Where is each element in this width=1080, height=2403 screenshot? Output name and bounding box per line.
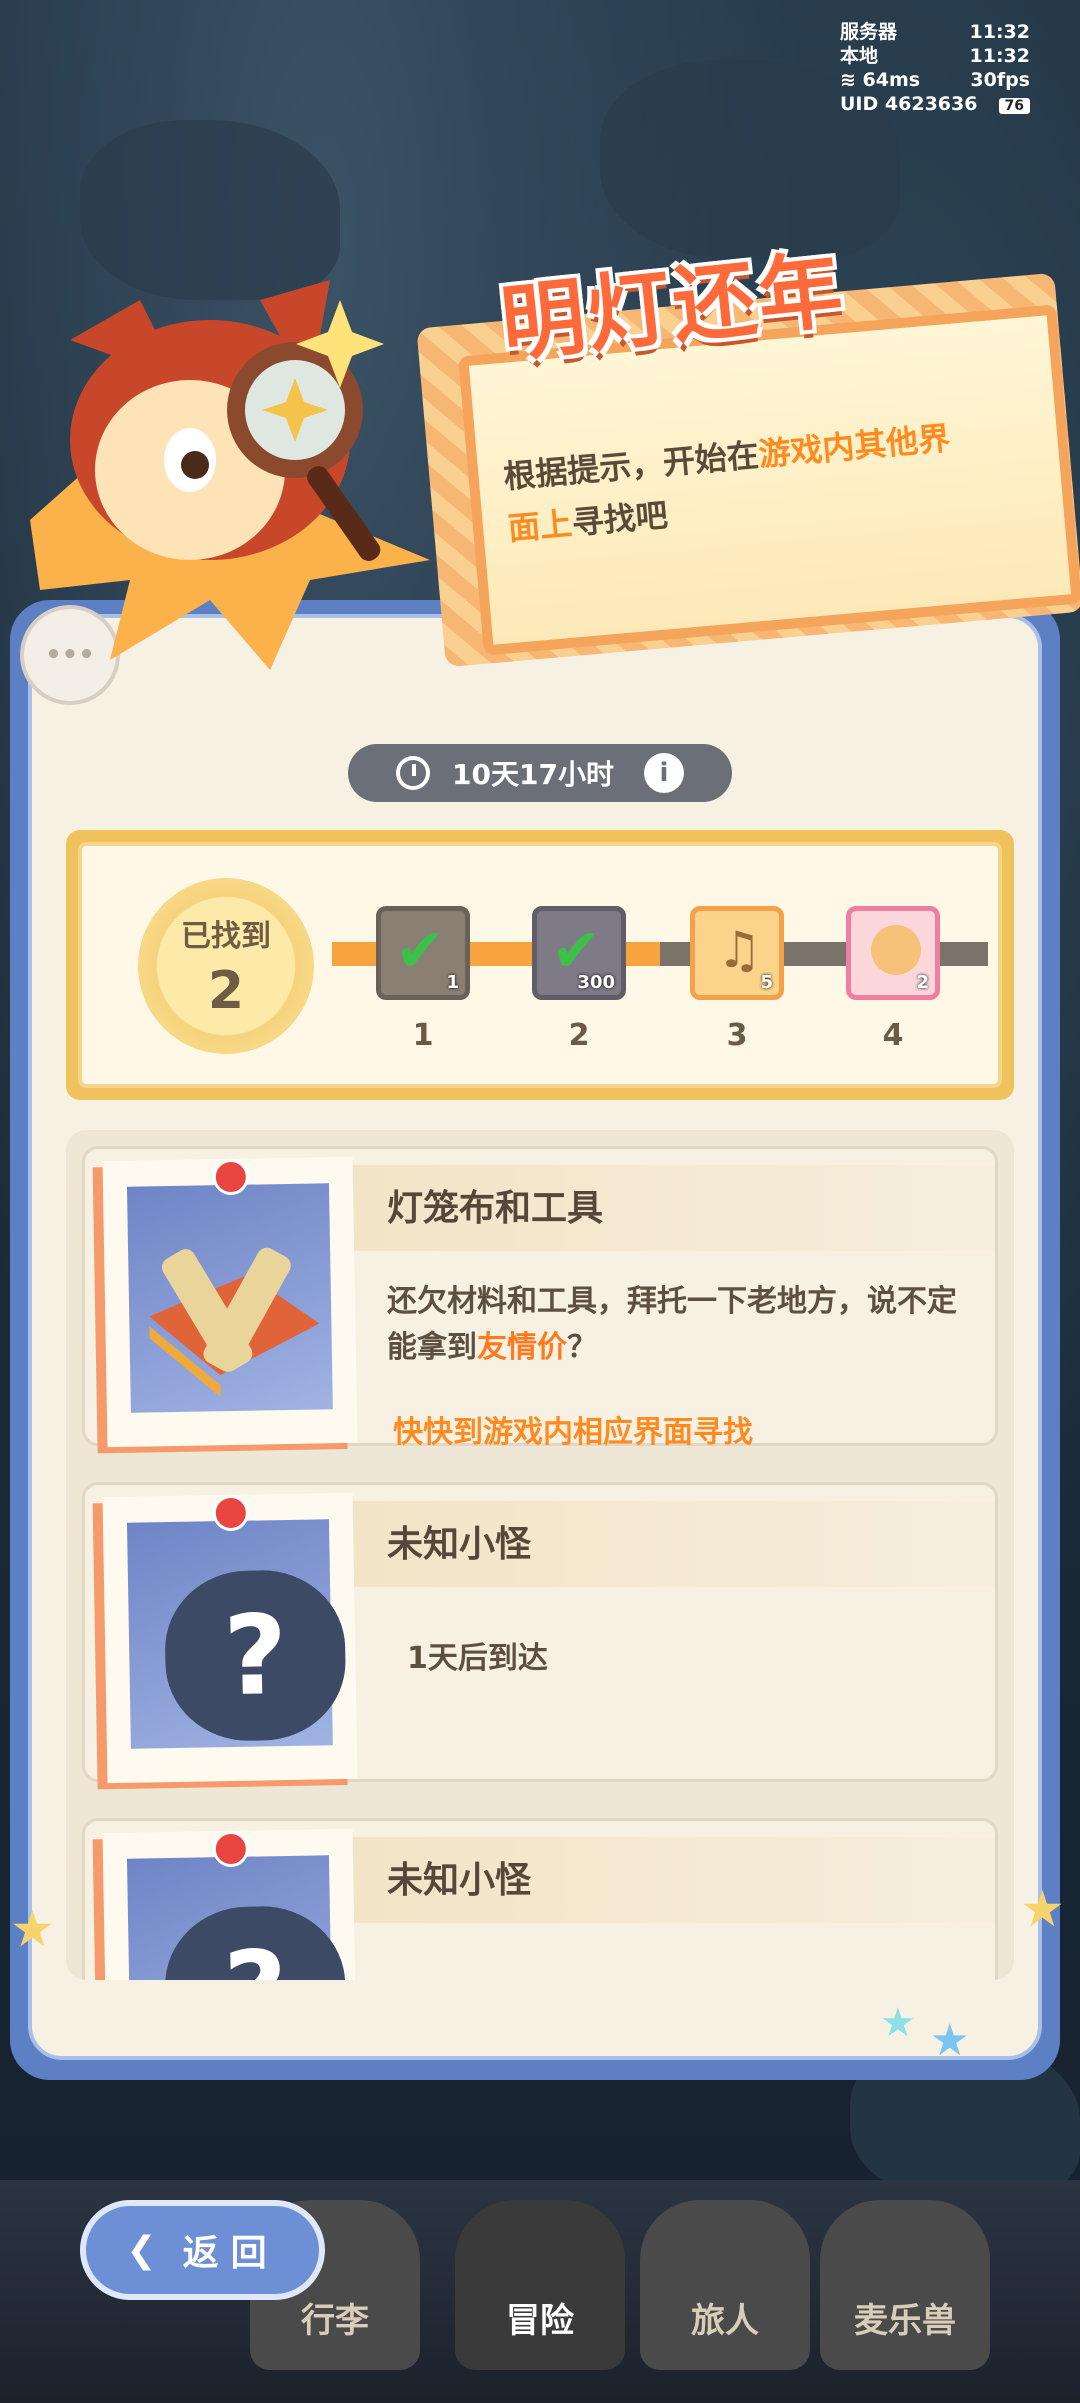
task-name: 未知小怪 (387, 1860, 532, 1901)
lantern-cloth-tools-icon (149, 1247, 320, 1398)
status-overlay: 服务器 11:32 本地 11:32 ≋ 64ms 30fps UID 4623636… (840, 20, 1030, 118)
local-time: 11:32 (969, 45, 1030, 67)
battery-indicator: 76 (993, 92, 1030, 118)
milestone-label: 3 (726, 1018, 748, 1053)
task-photo: ? (102, 1828, 358, 1980)
milestone-count: 2 (916, 972, 929, 993)
desc-highlight: 友情价 (477, 1330, 567, 1365)
found-label: 已找到 (181, 919, 271, 954)
milestone-reward-1[interactable]: ✔ 1 (376, 906, 470, 1000)
nav-item-adventure[interactable]: 冒险 (455, 2200, 625, 2370)
task-list[interactable]: 灯笼布和工具 还欠材料和工具，拜托一下老地方，说不定能拿到友情价？ 快快到游戏内… (66, 1130, 1014, 1980)
star-decoration-icon: ★ (1020, 1880, 1065, 1938)
task-description: 还欠材料和工具，拜托一下老地方，说不定能拿到友情价？ (387, 1284, 957, 1365)
back-button[interactable]: ❮ 返回 (80, 2200, 325, 2300)
question-mark-icon: ? (163, 1569, 347, 1743)
milestone-count: 1 (446, 972, 459, 993)
task-photo: ? (102, 1492, 358, 1784)
task-card-unknown-1[interactable]: ? 未知小怪 1天后到达 (82, 1482, 998, 1784)
task-photo (102, 1156, 358, 1448)
milestone-label: 1 (412, 1018, 434, 1053)
check-icon: ✔ (395, 916, 446, 986)
server-time: 11:32 (969, 21, 1030, 43)
harp-icon: ♫ (717, 921, 762, 979)
info-icon[interactable]: i (643, 753, 684, 793)
progress-frame: 已找到 2 ✔ 1 1 ✔ 300 2 ♫ 5 3 2 4 (66, 830, 1014, 1100)
milestone-label: 2 (568, 1018, 590, 1053)
milestone-count: 5 (760, 972, 773, 993)
task-card-lantern[interactable]: 灯笼布和工具 还欠材料和工具，拜托一下老地方，说不定能拿到友情价？ 快快到游戏内… (82, 1146, 998, 1450)
server-label: 服务器 (840, 21, 898, 43)
star-decoration-icon: ★ (930, 2015, 970, 2066)
ping-value: ≋ 64ms (840, 69, 921, 91)
found-counter: 已找到 2 (138, 878, 314, 1054)
cat-avatar-icon (871, 925, 921, 975)
milestone-reward-3[interactable]: ♫ 5 (690, 906, 784, 1000)
question-mark-icon: ? (163, 1905, 347, 1980)
task-card-unknown-2[interactable]: ? 未知小怪 (82, 1818, 998, 1980)
fps-value: 30fps (970, 69, 1030, 91)
task-name: 未知小怪 (387, 1524, 532, 1565)
uid-value: UID 4623636 (840, 93, 978, 115)
clock-icon (396, 756, 431, 790)
wifi-icon: ≋ (840, 69, 863, 91)
timer-text: 10天17小时 (452, 758, 614, 791)
event-timer: 10天17小时 i (348, 744, 732, 802)
battery-icon: 76 (998, 98, 1030, 114)
star-decoration-icon: ★ (10, 1900, 55, 1958)
task-action-link[interactable]: 快快到游戏内相应界面寻找 (393, 1407, 753, 1451)
back-label: 返回 (182, 2233, 279, 2274)
found-count: 2 (207, 961, 245, 1021)
milestone-reward-2[interactable]: ✔ 300 (532, 906, 626, 1000)
milestone-count: 300 (577, 972, 615, 993)
milestone-reward-4[interactable]: 2 (846, 906, 940, 1000)
progress-inner: 已找到 2 ✔ 1 1 ✔ 300 2 ♫ 5 3 2 4 (78, 842, 1002, 1088)
star-decoration-icon: ★ (880, 2000, 916, 2046)
fox-detective-mascot (30, 280, 430, 670)
milestone-label: 4 (882, 1018, 904, 1053)
task-name: 灯笼布和工具 (387, 1188, 604, 1229)
nav-item-traveler[interactable]: 旅人 (640, 2200, 810, 2370)
task-wait-text: 1天后到达 (407, 1641, 548, 1676)
local-label: 本地 (840, 45, 879, 67)
nav-item-mailebeast[interactable]: 麦乐兽 (820, 2200, 990, 2370)
back-arrow-icon: ❮ (126, 2229, 169, 2271)
